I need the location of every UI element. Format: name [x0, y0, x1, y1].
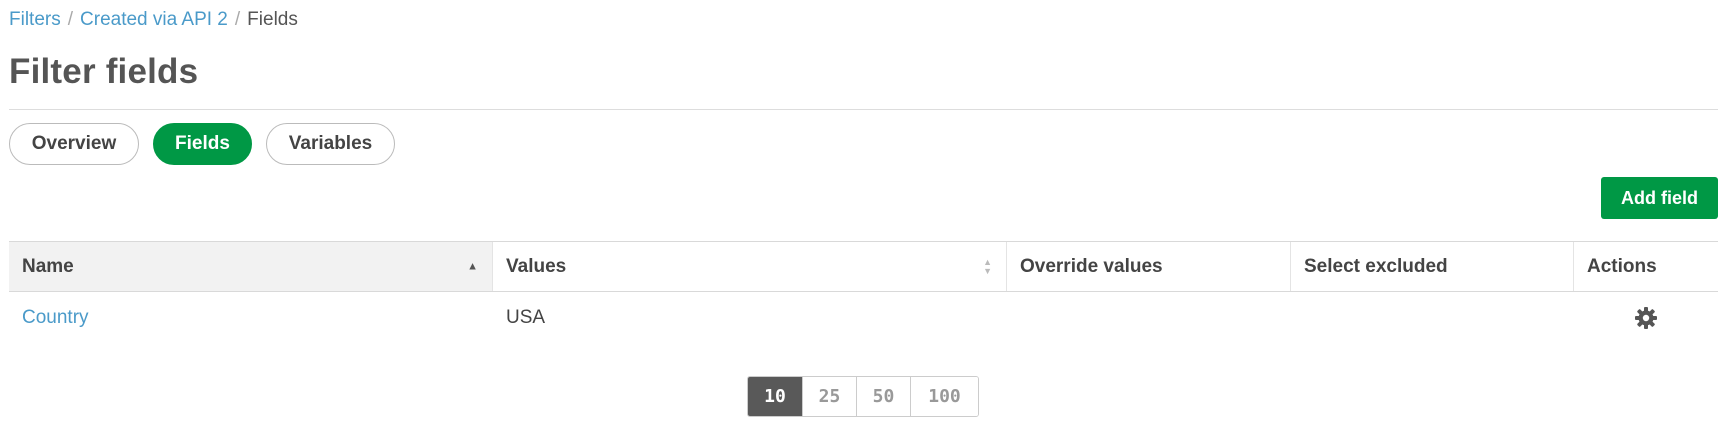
sort-ascending-icon: ▲: [467, 260, 478, 272]
page-size-10[interactable]: 10: [748, 377, 803, 416]
page-size-25[interactable]: 25: [803, 377, 857, 416]
tab-bar: Overview Fields Variables: [9, 123, 409, 165]
table-header: Name ▲ Values ▲ ▼ Override values Select …: [9, 241, 1718, 292]
cell-override-values: [1007, 292, 1291, 343]
breadcrumb-current: Fields: [247, 9, 298, 30]
column-header-values[interactable]: Values ▲ ▼: [493, 242, 1007, 291]
add-field-button[interactable]: Add field: [1601, 177, 1718, 219]
tab-fields[interactable]: Fields: [153, 123, 252, 165]
column-header-label: Values: [506, 255, 567, 277]
page-size-100[interactable]: 100: [911, 377, 978, 416]
page-size-50[interactable]: 50: [857, 377, 911, 416]
breadcrumb-separator: /: [67, 9, 74, 30]
page-size-selector: 10 25 50 100: [747, 376, 979, 417]
breadcrumb-link-filters[interactable]: Filters: [9, 9, 61, 31]
gear-icon[interactable]: [1634, 306, 1658, 330]
column-header-select-excluded: Select excluded: [1291, 242, 1574, 291]
field-name-link[interactable]: Country: [22, 307, 89, 329]
breadcrumb-link-filter[interactable]: Created via API 2: [80, 9, 228, 31]
column-header-label: Name: [22, 255, 74, 277]
cell-select-excluded: [1291, 292, 1574, 343]
breadcrumb-separator: /: [234, 9, 241, 30]
title-divider: [9, 109, 1718, 110]
tab-variables[interactable]: Variables: [266, 123, 395, 165]
breadcrumb: Filters / Created via API 2 / Fields: [9, 9, 298, 31]
column-header-name[interactable]: Name ▲: [9, 242, 493, 291]
page-title: Filter fields: [9, 52, 199, 91]
cell-values: USA: [506, 306, 546, 328]
sort-both-icon: ▲ ▼: [983, 256, 992, 276]
column-header-label: Select excluded: [1304, 255, 1448, 277]
tab-overview[interactable]: Overview: [9, 123, 139, 165]
fields-table: Name ▲ Values ▲ ▼ Override values Select …: [9, 241, 1718, 343]
column-header-label: Override values: [1020, 255, 1163, 277]
cell-actions: [1574, 292, 1718, 343]
column-header-actions: Actions: [1574, 242, 1718, 291]
cell-name: Country: [9, 292, 493, 343]
column-header-override-values: Override values: [1007, 242, 1291, 291]
table-row: Country USA: [9, 292, 1718, 343]
column-header-label: Actions: [1587, 255, 1657, 277]
